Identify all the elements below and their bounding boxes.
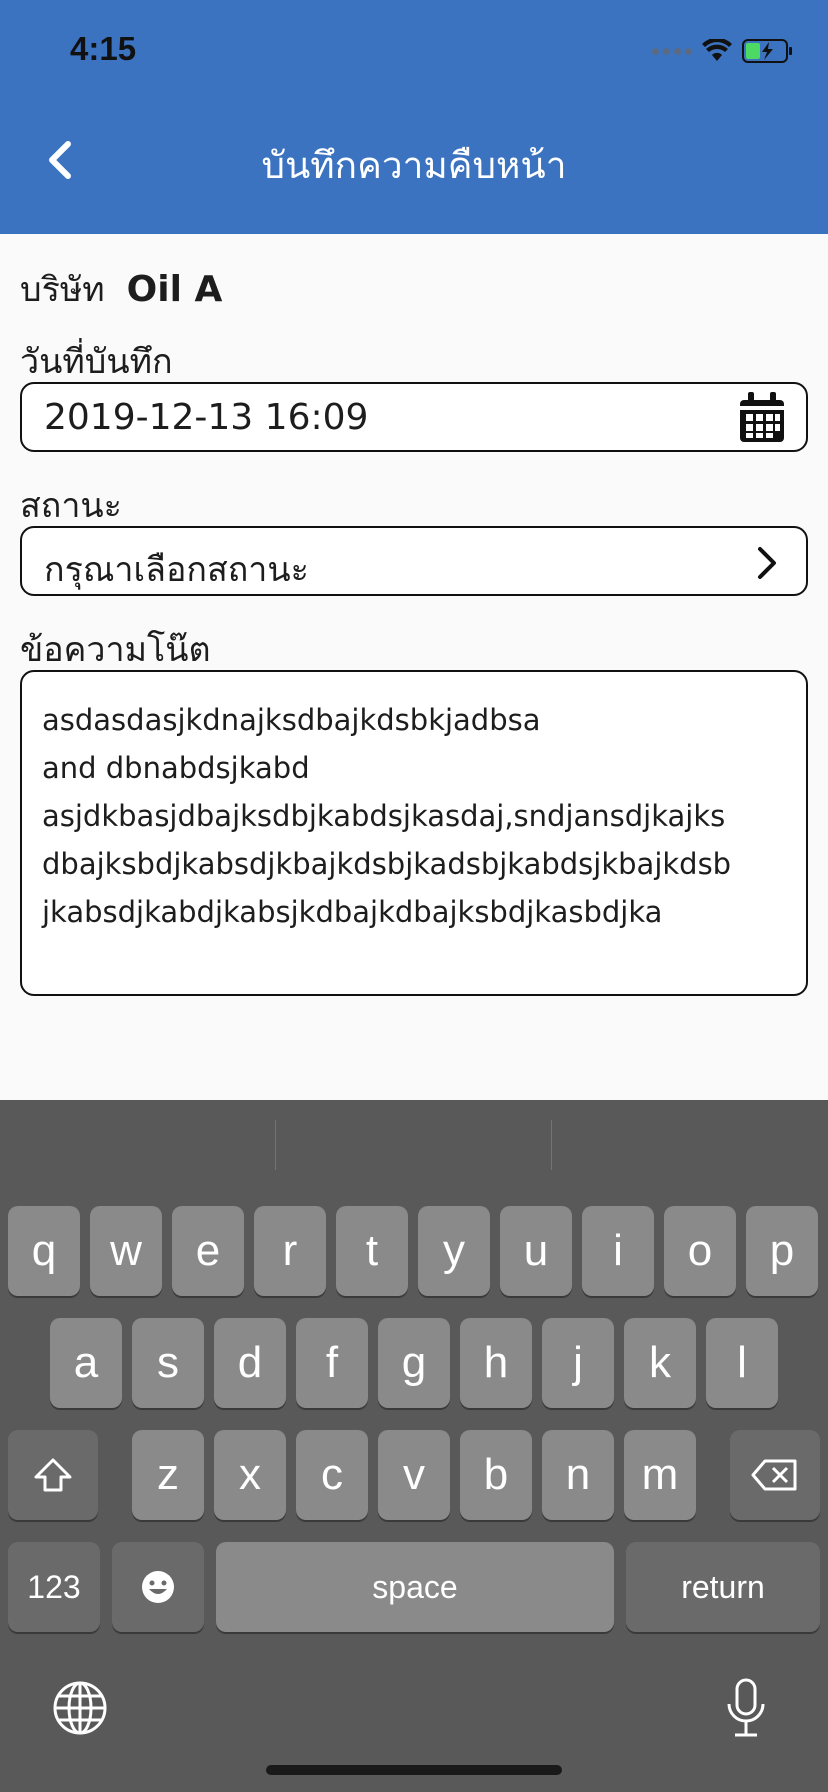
key-k[interactable]: k xyxy=(624,1318,696,1408)
key-c[interactable]: c xyxy=(296,1430,368,1520)
key-e[interactable]: e xyxy=(172,1206,244,1296)
wifi-icon xyxy=(702,39,732,61)
date-field[interactable]: 2019-12-13 16:09 xyxy=(20,382,808,452)
key-o[interactable]: o xyxy=(664,1206,736,1296)
note-textarea[interactable]: asdasdasjkdnajksdbajkdsbkjadbsa and dbna… xyxy=(20,670,808,996)
company-row: บริษัท Oil A xyxy=(20,262,222,316)
emoji-icon xyxy=(142,1571,174,1603)
return-key[interactable]: return xyxy=(626,1542,820,1632)
key-q[interactable]: q xyxy=(8,1206,80,1296)
status-time: 4:15 xyxy=(70,30,137,67)
status-select[interactable]: กรุณาเลือกสถานะ xyxy=(20,526,808,596)
key-a[interactable]: a xyxy=(50,1318,122,1408)
shift-key[interactable] xyxy=(8,1430,98,1520)
chevron-right-icon xyxy=(758,547,776,579)
key-l[interactable]: l xyxy=(706,1318,778,1408)
note-label: ข้อความโน๊ต xyxy=(20,630,211,670)
suggestion-bar xyxy=(0,1100,828,1200)
battery-charging-icon xyxy=(742,39,792,63)
emoji-key[interactable] xyxy=(112,1542,204,1632)
note-text: asdasdasjkdnajksdbajkdsbkjadbsa and dbna… xyxy=(42,703,732,929)
key-b[interactable]: b xyxy=(460,1430,532,1520)
company-value: Oil A xyxy=(126,269,223,310)
backspace-icon xyxy=(751,1459,797,1491)
space-key[interactable]: space xyxy=(216,1542,614,1632)
home-indicator xyxy=(266,1765,562,1775)
shift-icon xyxy=(34,1458,72,1492)
key-m[interactable]: m xyxy=(624,1430,696,1520)
microphone-icon[interactable] xyxy=(726,1678,766,1740)
key-u[interactable]: u xyxy=(500,1206,572,1296)
date-label: วันที่บันทึก xyxy=(20,342,173,382)
key-z[interactable]: z xyxy=(132,1430,204,1520)
key-w[interactable]: w xyxy=(90,1206,162,1296)
key-x[interactable]: x xyxy=(214,1430,286,1520)
date-value: 2019-12-13 16:09 xyxy=(44,397,369,438)
status-placeholder: กรุณาเลือกสถานะ xyxy=(44,550,309,590)
key-n[interactable]: n xyxy=(542,1430,614,1520)
key-p[interactable]: p xyxy=(746,1206,818,1296)
calendar-icon[interactable] xyxy=(738,392,786,444)
cellular-signal-icon xyxy=(652,47,692,55)
app-header: 4:15 บันทึกความคืบหน้า xyxy=(0,0,828,234)
globe-icon[interactable] xyxy=(52,1680,108,1736)
key-f[interactable]: f xyxy=(296,1318,368,1408)
key-t[interactable]: t xyxy=(336,1206,408,1296)
key-y[interactable]: y xyxy=(418,1206,490,1296)
company-label: บริษัท xyxy=(20,270,105,310)
key-h[interactable]: h xyxy=(460,1318,532,1408)
page-title: บันทึกความคืบหน้า xyxy=(261,144,567,187)
key-i[interactable]: i xyxy=(582,1206,654,1296)
numbers-key[interactable]: 123 xyxy=(8,1542,100,1632)
status-indicators xyxy=(652,36,794,66)
key-d[interactable]: d xyxy=(214,1318,286,1408)
key-j[interactable]: j xyxy=(542,1318,614,1408)
key-s[interactable]: s xyxy=(132,1318,204,1408)
delete-key[interactable] xyxy=(730,1430,820,1520)
key-g[interactable]: g xyxy=(378,1318,450,1408)
key-r[interactable]: r xyxy=(254,1206,326,1296)
key-v[interactable]: v xyxy=(378,1430,450,1520)
status-label: สถานะ xyxy=(20,486,122,526)
